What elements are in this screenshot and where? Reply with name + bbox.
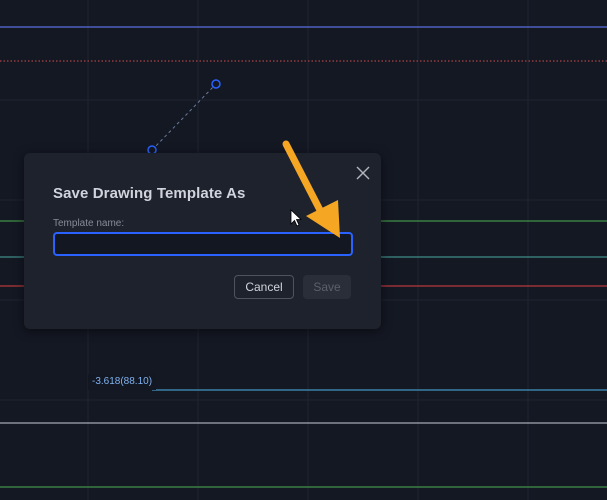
close-icon [356, 166, 370, 180]
dialog-title: Save Drawing Template As [53, 185, 246, 202]
template-name-label: Template name: [53, 218, 125, 229]
close-button[interactable] [353, 163, 373, 183]
save-button[interactable]: Save [303, 275, 351, 299]
save-template-dialog: Save Drawing Template As Template name: … [24, 153, 381, 329]
template-name-input[interactable] [53, 232, 353, 256]
trendline-handle-end[interactable] [211, 79, 221, 89]
trendline[interactable] [151, 83, 217, 151]
cancel-button[interactable]: Cancel [234, 275, 294, 299]
level-price-label: -3.618(88.10) [88, 374, 157, 390]
chart-workspace: -3.618(88.10) Save Drawing Template As T… [0, 0, 607, 500]
